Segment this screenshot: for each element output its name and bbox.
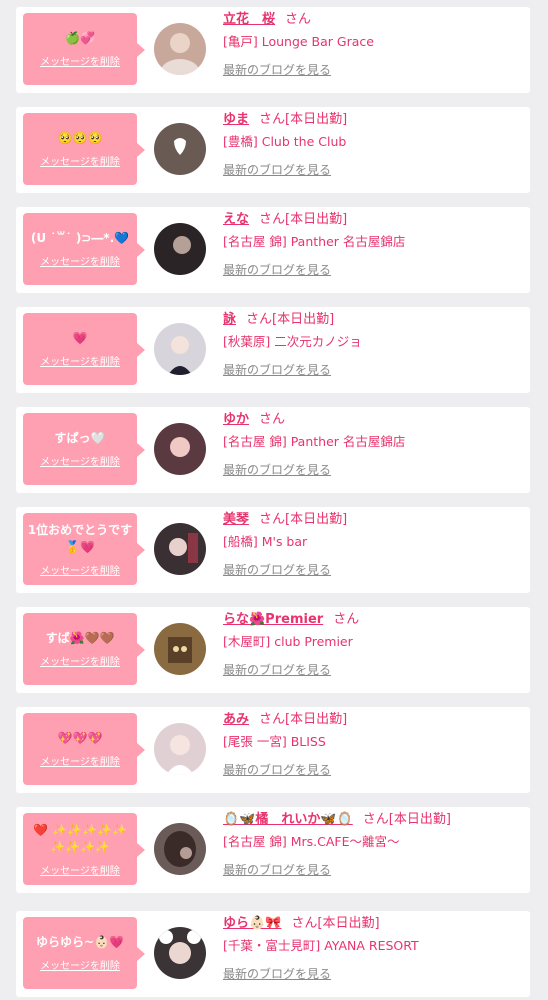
message-card: 💖💖💖 メッセージを削除 あみ さん[本日出勤] [尾張 一宮] BLISS 最新… [16, 707, 530, 793]
message-bubble: すば🌺🤎🤎 メッセージを削除 [23, 613, 145, 685]
message-card: すば🌺🤎🤎 メッセージを削除 らな🌺Premier さん [木屋町] club P… [16, 607, 530, 693]
avatar[interactable] [154, 323, 206, 375]
latest-blog-link[interactable]: 最新のブログを見る [223, 161, 331, 178]
delete-message-link[interactable]: メッセージを削除 [40, 562, 120, 577]
avatar[interactable] [154, 927, 206, 979]
latest-blog-link[interactable]: 最新のブログを見る [223, 761, 331, 778]
latest-blog-link[interactable]: 最新のブログを見る [223, 61, 331, 78]
cast-name-link[interactable]: らな🌺Premier [223, 612, 323, 627]
message-card: 🍏💞 メッセージを削除 立花 桜さん [亀戸] Lounge Bar Grace… [16, 7, 530, 93]
message-card: ❤️ ✨✨✨✨✨ ✨✨✨✨ メッセージを削除 🪞🦋橘 れいか🦋🪞 さん[本日出勤]… [16, 807, 530, 893]
cast-name-link[interactable]: ゆら👶🏻🎀 [223, 916, 281, 931]
avatar[interactable] [154, 723, 206, 775]
message-bubble: ゆらゆら~👶🏻💗 メッセージを削除 [23, 917, 145, 989]
fan-message-list: 🍏💞 メッセージを削除 立花 桜さん [亀戸] Lounge Bar Grace… [0, 0, 548, 1000]
delete-message-link[interactable]: メッセージを削除 [40, 753, 120, 768]
cast-name-link[interactable]: 美琴 [223, 512, 249, 527]
delete-message-link[interactable]: メッセージを削除 [40, 862, 120, 877]
cast-name-link[interactable]: 立花 桜 [223, 12, 275, 27]
cast-status: さん[本日出勤] [362, 812, 451, 827]
delete-message-link[interactable]: メッセージを削除 [40, 957, 120, 972]
shop-label: [船橋] M's bar [223, 534, 308, 549]
cast-status: さん[本日出勤] [259, 712, 348, 727]
shop-label: [名古屋 錦] Panther 名古屋錦店 [223, 234, 406, 249]
cast-status: さん[本日出勤] [291, 916, 380, 931]
shop-label: [亀戸] Lounge Bar Grace [223, 34, 374, 49]
message-text: 💖💖💖 [57, 731, 103, 745]
cast-name-link[interactable]: ゆま [223, 112, 249, 127]
message-bubble: 🥺🥺🥺 メッセージを削除 [23, 113, 145, 185]
avatar[interactable] [154, 623, 206, 675]
cast-status: さん[本日出勤] [259, 212, 348, 227]
avatar[interactable] [154, 223, 206, 275]
message-text: すぱっ🤍 [54, 431, 106, 445]
message-text: ❤️ ✨✨✨✨✨ ✨✨✨✨ [33, 822, 127, 854]
avatar[interactable] [154, 523, 206, 575]
cast-status: さん[本日出勤] [259, 112, 348, 127]
avatar[interactable] [154, 423, 206, 475]
message-text: 🥺🥺🥺 [57, 131, 103, 145]
message-bubble: (U ˙꒳˙ )⊃―*.💙 メッセージを削除 [23, 213, 145, 285]
shop-label: [千葉・富士見町] AYANA RESORT [223, 938, 419, 953]
delete-message-link[interactable]: メッセージを削除 [40, 453, 120, 468]
message-bubble: 1位おめでとうです🥇💗 メッセージを削除 [23, 513, 145, 585]
message-card: (U ˙꒳˙ )⊃―*.💙 メッセージを削除 えな さん[本日出勤] [名古屋 錦… [16, 207, 530, 293]
delete-message-link[interactable]: メッセージを削除 [40, 253, 120, 268]
message-bubble: 🍏💞 メッセージを削除 [23, 13, 145, 85]
message-card: 1位おめでとうです🥇💗 メッセージを削除 美琴 さん[本日出勤] [船橋] M's… [16, 507, 530, 593]
delete-message-link[interactable]: メッセージを削除 [40, 153, 120, 168]
shop-label: [木屋町] club Premier [223, 634, 353, 649]
cast-name-link[interactable]: ゆか [223, 412, 249, 427]
message-text: (U ˙꒳˙ )⊃―*.💙 [30, 231, 130, 245]
latest-blog-link[interactable]: 最新のブログを見る [223, 965, 331, 982]
avatar[interactable] [154, 123, 206, 175]
message-card: ゆらゆら~👶🏻💗 メッセージを削除 ゆら👶🏻🎀 さん[本日出勤] [千葉・富士見町… [16, 911, 530, 997]
message-text: ゆらゆら~👶🏻💗 [36, 935, 124, 949]
cast-name-link[interactable]: 🪞🦋橘 れいか🦋🪞 [223, 812, 353, 827]
message-text: 🍏💞 [65, 31, 95, 45]
message-bubble: 💗 メッセージを削除 [23, 313, 145, 385]
avatar[interactable] [154, 823, 206, 875]
message-card: 🥺🥺🥺 メッセージを削除 ゆま さん[本日出勤] [豊橋] Club the Cl… [16, 107, 530, 193]
latest-blog-link[interactable]: 最新のブログを見る [223, 261, 331, 278]
avatar[interactable] [154, 23, 206, 75]
delete-message-link[interactable]: メッセージを削除 [40, 653, 120, 668]
cast-name-link[interactable]: えな [223, 212, 249, 227]
message-bubble: ❤️ ✨✨✨✨✨ ✨✨✨✨ メッセージを削除 [23, 813, 145, 885]
message-card: 💗 メッセージを削除 詠さん[本日出勤] [秋葉原] 二次元カノジョ 最新のブロ… [16, 307, 530, 393]
cast-name-link[interactable]: あみ [223, 712, 249, 727]
message-card: すぱっ🤍 メッセージを削除 ゆか さん [名古屋 錦] Panther 名古屋錦店… [16, 407, 530, 493]
cast-status: さん [259, 412, 286, 427]
shop-label: [名古屋 錦] Mrs.CAFE〜離宮〜 [223, 834, 400, 849]
message-bubble: すぱっ🤍 メッセージを削除 [23, 413, 145, 485]
message-text: 1位おめでとうです🥇💗 [27, 522, 133, 554]
message-text: 💗 [72, 331, 88, 345]
shop-label: [尾張 一宮] BLISS [223, 734, 326, 749]
shop-label: [豊橋] Club the Club [223, 134, 347, 149]
cast-status: さん [285, 12, 312, 27]
latest-blog-link[interactable]: 最新のブログを見る [223, 661, 331, 678]
cast-name-link[interactable]: 詠 [223, 312, 236, 327]
delete-message-link[interactable]: メッセージを削除 [40, 353, 120, 368]
latest-blog-link[interactable]: 最新のブログを見る [223, 561, 331, 578]
cast-status: さん [333, 612, 360, 627]
message-bubble: 💖💖💖 メッセージを削除 [23, 713, 145, 785]
latest-blog-link[interactable]: 最新のブログを見る [223, 461, 331, 478]
cast-status: さん[本日出勤] [246, 312, 335, 327]
latest-blog-link[interactable]: 最新のブログを見る [223, 861, 331, 878]
cast-status: さん[本日出勤] [259, 512, 348, 527]
latest-blog-link[interactable]: 最新のブログを見る [223, 361, 331, 378]
message-text: すば🌺🤎🤎 [45, 631, 115, 645]
shop-label: [名古屋 錦] Panther 名古屋錦店 [223, 434, 406, 449]
shop-label: [秋葉原] 二次元カノジョ [223, 334, 362, 349]
delete-message-link[interactable]: メッセージを削除 [40, 53, 120, 68]
